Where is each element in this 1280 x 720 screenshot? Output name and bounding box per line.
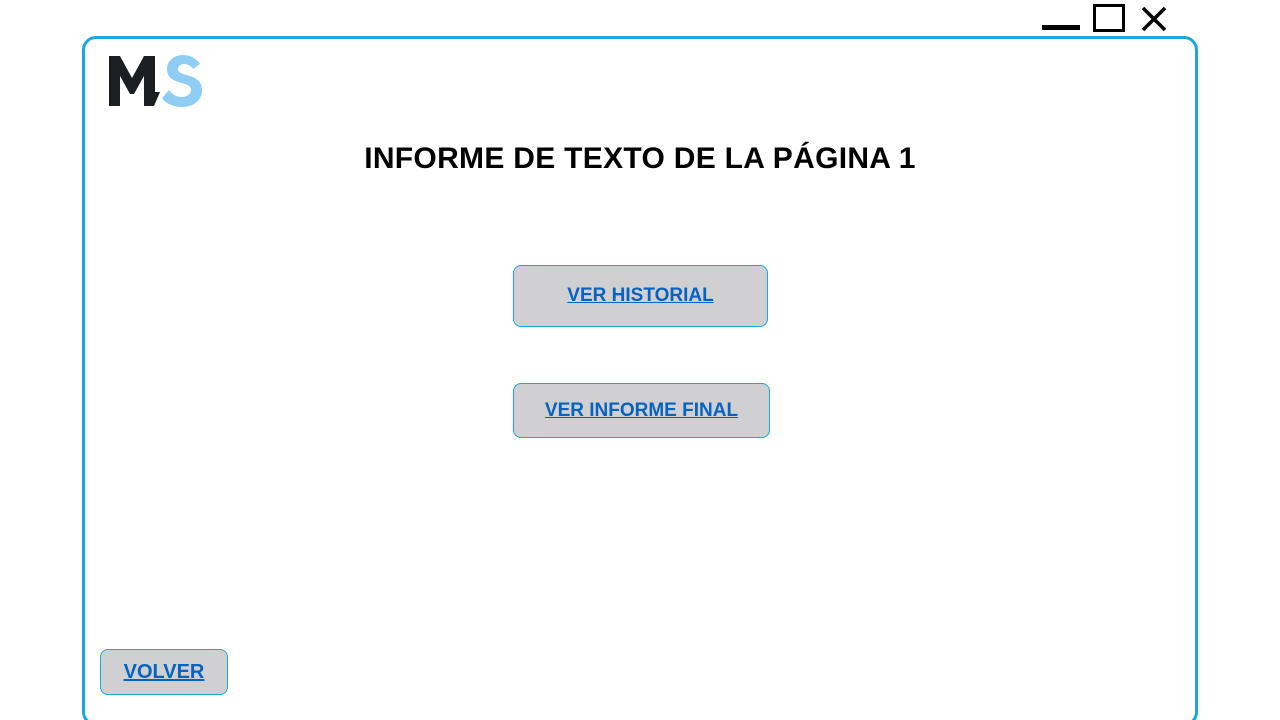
minimize-icon[interactable] — [1042, 25, 1080, 30]
ms-logo — [108, 52, 206, 110]
volver-button[interactable]: VOLVER — [100, 649, 228, 695]
volver-label[interactable]: VOLVER — [124, 661, 205, 684]
ver-historial-label[interactable]: VER HISTORIAL — [567, 285, 713, 307]
main-frame — [82, 36, 1198, 720]
maximize-icon[interactable] — [1093, 4, 1125, 32]
ver-informe-final-button[interactable]: VER INFORME FINAL — [513, 383, 770, 438]
window-controls — [1040, 0, 1180, 36]
page-title: INFORME DE TEXTO DE LA PÁGINA 1 — [364, 142, 916, 175]
close-icon[interactable] — [1140, 5, 1168, 33]
app-window: INFORME DE TEXTO DE LA PÁGINA 1 VER HIST… — [0, 0, 1280, 720]
ver-historial-button[interactable]: VER HISTORIAL — [513, 265, 768, 327]
ver-informe-final-label[interactable]: VER INFORME FINAL — [545, 400, 738, 422]
